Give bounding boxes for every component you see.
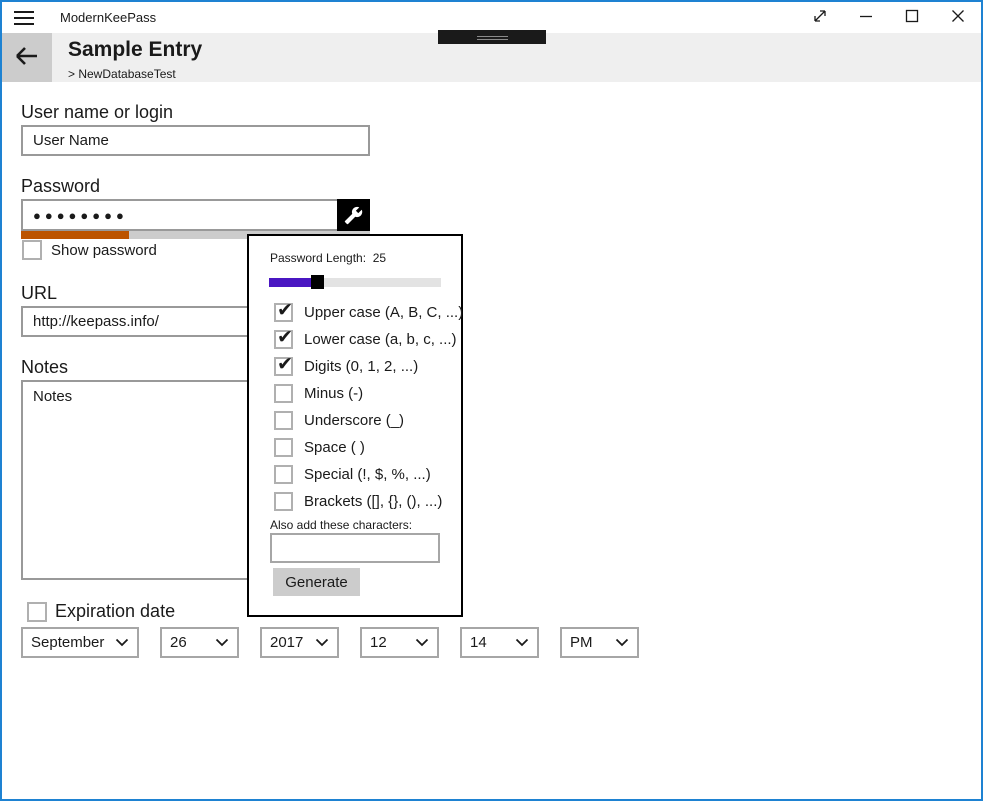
option-label: Digits (0, 1, 2, ...)	[304, 358, 418, 375]
year-dropdown[interactable]: 2017	[260, 627, 339, 658]
close-button[interactable]	[935, 2, 981, 33]
maximize-icon	[905, 9, 919, 26]
option-brackets[interactable]: ✔ Brackets ([], {}, (), ...)	[274, 488, 463, 515]
option-upper-case[interactable]: ✔ Upper case (A, B, C, ...)	[274, 299, 463, 326]
maximize-button[interactable]	[889, 2, 935, 33]
month-dropdown[interactable]: September	[21, 627, 139, 658]
window-controls	[797, 2, 981, 33]
command-bar-more-button[interactable]	[438, 30, 546, 44]
password-strength-fill	[21, 231, 129, 239]
checkbox-box[interactable]: ✔	[274, 492, 293, 511]
checkbox-box[interactable]: ✔	[274, 384, 293, 403]
password-input[interactable]	[21, 199, 370, 231]
month-value: September	[31, 634, 104, 651]
hour-dropdown[interactable]: 12	[360, 627, 439, 658]
username-label: User name or login	[21, 102, 173, 123]
app-title: ModernKeePass	[60, 10, 156, 25]
option-label: Upper case (A, B, C, ...)	[304, 304, 463, 321]
option-label: Underscore (_)	[304, 412, 404, 429]
url-label: URL	[21, 283, 57, 304]
option-label: Minus (-)	[304, 385, 363, 402]
fullscreen-icon	[811, 7, 829, 28]
ampm-value: PM	[570, 634, 593, 651]
option-label: Lower case (a, b, c, ...)	[304, 331, 457, 348]
option-lower-case[interactable]: ✔ Lower case (a, b, c, ...)	[274, 326, 463, 353]
minute-dropdown[interactable]: 14	[460, 627, 539, 658]
chevron-down-icon	[115, 638, 129, 647]
chevron-down-icon	[415, 638, 429, 647]
day-value: 26	[170, 634, 187, 651]
chevron-down-icon	[515, 638, 529, 647]
checkbox-box[interactable]: ✔	[274, 303, 293, 322]
hamburger-menu-button[interactable]	[14, 9, 38, 27]
password-generator-popup: Password Length: 25 ✔ Upper case (A, B, …	[247, 234, 463, 617]
checkbox-box[interactable]: ✔	[27, 602, 47, 622]
ampm-dropdown[interactable]: PM	[560, 627, 639, 658]
hamburger-icon	[14, 11, 38, 25]
option-digits[interactable]: ✔ Digits (0, 1, 2, ...)	[274, 353, 463, 380]
checkbox-box[interactable]: ✔	[274, 438, 293, 457]
wrench-icon	[344, 206, 363, 225]
password-length-label: Password Length: 25	[270, 251, 386, 265]
back-button[interactable]	[2, 33, 52, 82]
breadcrumb: > NewDatabaseTest	[68, 67, 176, 81]
day-dropdown[interactable]: 26	[160, 627, 239, 658]
year-value: 2017	[270, 634, 303, 651]
password-length-slider[interactable]	[269, 275, 441, 289]
chevron-down-icon	[215, 638, 229, 647]
chevron-down-icon	[615, 638, 629, 647]
checkmark-icon: ✔	[277, 353, 293, 376]
app-window: ModernKeePass	[0, 0, 983, 801]
option-label: Special (!, $, %, ...)	[304, 466, 431, 483]
also-add-input[interactable]	[270, 533, 440, 563]
show-password-checkbox[interactable]: ✔ Show password	[22, 240, 157, 260]
checkmark-icon: ✔	[277, 299, 293, 322]
length-value: 25	[373, 251, 386, 265]
page-title: Sample Entry	[68, 38, 202, 62]
option-minus[interactable]: ✔ Minus (-)	[274, 380, 463, 407]
username-input[interactable]	[21, 125, 370, 156]
hour-value: 12	[370, 634, 387, 651]
expiration-date-checkbox[interactable]: ✔ Expiration date	[27, 601, 175, 622]
character-options-list: ✔ Upper case (A, B, C, ...) ✔ Lower case…	[274, 299, 463, 515]
password-label: Password	[21, 176, 100, 197]
close-icon	[951, 9, 965, 26]
minimize-icon	[859, 9, 873, 26]
back-arrow-icon	[14, 45, 40, 70]
chevron-down-icon	[315, 638, 329, 647]
option-underscore[interactable]: ✔ Underscore (_)	[274, 407, 463, 434]
checkbox-box[interactable]: ✔	[22, 240, 42, 260]
fullscreen-button[interactable]	[797, 2, 843, 33]
expiration-date-label: Expiration date	[55, 601, 175, 622]
generate-button[interactable]: Generate	[273, 568, 360, 596]
password-generator-button[interactable]	[337, 199, 370, 231]
option-label: Space ( )	[304, 439, 365, 456]
option-label: Brackets ([], {}, (), ...)	[304, 493, 442, 510]
checkbox-box[interactable]: ✔	[274, 411, 293, 430]
show-password-label: Show password	[51, 242, 157, 259]
option-special[interactable]: ✔ Special (!, $, %, ...)	[274, 461, 463, 488]
minimize-button[interactable]	[843, 2, 889, 33]
slider-thumb[interactable]	[311, 275, 324, 289]
titlebar: ModernKeePass	[2, 2, 981, 33]
option-space[interactable]: ✔ Space ( )	[274, 434, 463, 461]
also-add-label: Also add these characters:	[270, 518, 412, 532]
checkbox-box[interactable]: ✔	[274, 330, 293, 349]
checkmark-icon: ✔	[277, 326, 293, 349]
checkbox-box[interactable]: ✔	[274, 357, 293, 376]
length-label-text: Password Length:	[270, 251, 366, 265]
notes-label: Notes	[21, 357, 68, 378]
slider-fill	[269, 278, 311, 287]
minute-value: 14	[470, 634, 487, 651]
checkbox-box[interactable]: ✔	[274, 465, 293, 484]
more-lines-icon	[438, 36, 546, 40]
